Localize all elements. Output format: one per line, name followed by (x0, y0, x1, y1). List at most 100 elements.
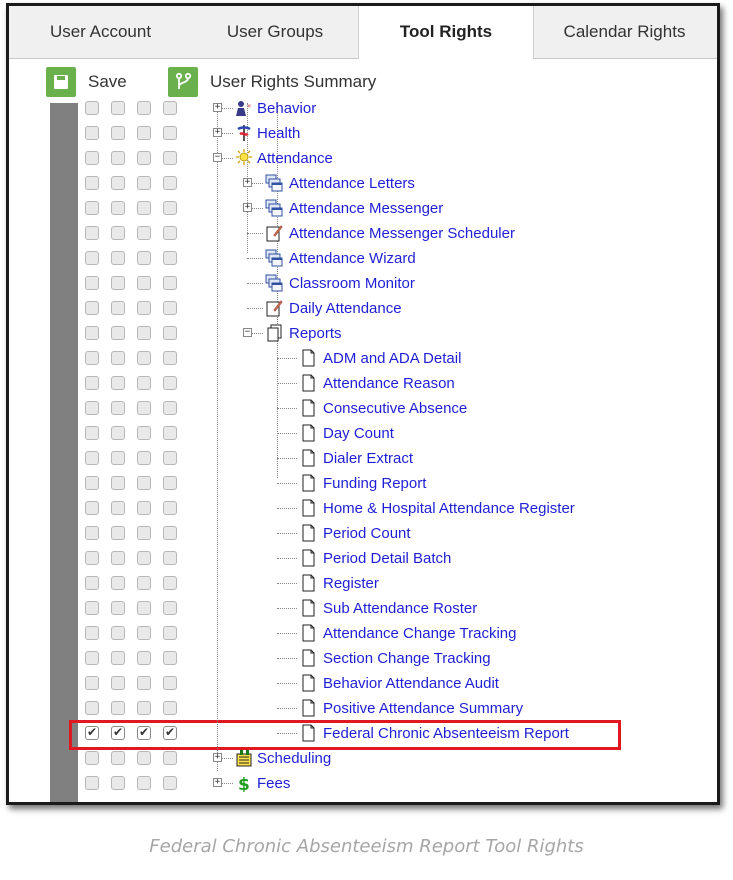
tree-item-label[interactable]: Section Change Tracking (323, 649, 491, 668)
tree-item-label[interactable]: Attendance Wizard (289, 249, 416, 268)
expand-icon[interactable]: + (243, 178, 252, 187)
add-checkbox[interactable] (137, 576, 151, 590)
tree-item-label[interactable]: Positive Attendance Summary (323, 699, 523, 718)
save-button[interactable]: Save (46, 67, 127, 97)
read-checkbox[interactable] (85, 576, 99, 590)
read-checkbox[interactable] (85, 701, 99, 715)
read-checkbox[interactable] (85, 725, 99, 740)
tree-item-label[interactable]: Dialer Extract (323, 449, 413, 468)
tree-item-label[interactable]: Scheduling (257, 749, 331, 768)
read-checkbox[interactable] (85, 151, 99, 165)
delete-checkbox[interactable] (163, 201, 177, 215)
write-checkbox[interactable] (111, 551, 125, 565)
write-checkbox[interactable] (111, 351, 125, 365)
delete-checkbox[interactable] (163, 701, 177, 715)
tree-item-label[interactable]: Fees (257, 774, 290, 793)
add-checkbox[interactable] (137, 476, 151, 490)
read-checkbox[interactable] (85, 751, 99, 765)
read-checkbox[interactable] (85, 551, 99, 565)
expand-icon[interactable]: + (213, 753, 222, 762)
delete-checkbox[interactable] (163, 251, 177, 265)
add-checkbox[interactable] (137, 551, 151, 565)
write-checkbox[interactable] (111, 101, 125, 115)
read-checkbox[interactable] (85, 651, 99, 665)
expand-icon[interactable]: + (213, 128, 222, 137)
write-checkbox[interactable] (111, 725, 125, 740)
read-checkbox[interactable] (85, 476, 99, 490)
write-checkbox[interactable] (111, 526, 125, 540)
tree-item-label[interactable]: Home & Hospital Attendance Register (323, 499, 575, 518)
read-checkbox[interactable] (85, 276, 99, 290)
write-checkbox[interactable] (111, 301, 125, 315)
write-checkbox[interactable] (111, 701, 125, 715)
tab-user-groups[interactable]: User Groups (192, 6, 358, 58)
write-checkbox[interactable] (111, 626, 125, 640)
add-checkbox[interactable] (137, 326, 151, 340)
add-checkbox[interactable] (137, 226, 151, 240)
write-checkbox[interactable] (111, 201, 125, 215)
write-checkbox[interactable] (111, 651, 125, 665)
write-checkbox[interactable] (111, 676, 125, 690)
delete-checkbox[interactable] (163, 101, 177, 115)
write-checkbox[interactable] (111, 151, 125, 165)
tree-item-label[interactable]: Behavior (257, 99, 316, 118)
delete-checkbox[interactable] (163, 476, 177, 490)
read-checkbox[interactable] (85, 776, 99, 790)
tree-item-label[interactable]: Day Count (323, 424, 394, 443)
delete-checkbox[interactable] (163, 151, 177, 165)
write-checkbox[interactable] (111, 126, 125, 140)
delete-checkbox[interactable] (163, 501, 177, 515)
delete-checkbox[interactable] (163, 276, 177, 290)
delete-checkbox[interactable] (163, 676, 177, 690)
read-checkbox[interactable] (85, 501, 99, 515)
read-checkbox[interactable] (85, 251, 99, 265)
add-checkbox[interactable] (137, 351, 151, 365)
add-checkbox[interactable] (137, 451, 151, 465)
add-checkbox[interactable] (137, 151, 151, 165)
write-checkbox[interactable] (111, 751, 125, 765)
add-checkbox[interactable] (137, 626, 151, 640)
add-checkbox[interactable] (137, 676, 151, 690)
add-checkbox[interactable] (137, 101, 151, 115)
delete-checkbox[interactable] (163, 651, 177, 665)
add-checkbox[interactable] (137, 126, 151, 140)
user-rights-summary-button[interactable]: User Rights Summary (168, 67, 376, 97)
write-checkbox[interactable] (111, 426, 125, 440)
add-checkbox[interactable] (137, 601, 151, 615)
add-checkbox[interactable] (137, 651, 151, 665)
tree-item-label[interactable]: Attendance Reason (323, 374, 455, 393)
tree-item-label[interactable]: Attendance Letters (289, 174, 415, 193)
tree-item-label[interactable]: Attendance Messenger Scheduler (289, 224, 515, 243)
add-checkbox[interactable] (137, 276, 151, 290)
write-checkbox[interactable] (111, 251, 125, 265)
write-checkbox[interactable] (111, 776, 125, 790)
delete-checkbox[interactable] (163, 526, 177, 540)
tree-item-label[interactable]: Daily Attendance (289, 299, 402, 318)
delete-checkbox[interactable] (163, 626, 177, 640)
expand-icon[interactable]: + (213, 103, 222, 112)
delete-checkbox[interactable] (163, 176, 177, 190)
add-checkbox[interactable] (137, 501, 151, 515)
write-checkbox[interactable] (111, 376, 125, 390)
tree-item-label[interactable]: Attendance (257, 149, 333, 168)
expand-icon[interactable]: + (243, 203, 252, 212)
delete-checkbox[interactable] (163, 376, 177, 390)
collapse-icon[interactable]: − (243, 328, 252, 337)
delete-checkbox[interactable] (163, 601, 177, 615)
write-checkbox[interactable] (111, 401, 125, 415)
tree-item-label[interactable]: Behavior Attendance Audit (323, 674, 499, 693)
read-checkbox[interactable] (85, 176, 99, 190)
tree-item-label[interactable]: Attendance Change Tracking (323, 624, 516, 643)
read-checkbox[interactable] (85, 426, 99, 440)
delete-checkbox[interactable] (163, 226, 177, 240)
delete-checkbox[interactable] (163, 301, 177, 315)
tree-item-label[interactable]: Period Detail Batch (323, 549, 451, 568)
tab-calendar-rights[interactable]: Calendar Rights (532, 6, 717, 58)
delete-checkbox[interactable] (163, 426, 177, 440)
tree-item-label[interactable]: Attendance Messenger (289, 199, 443, 218)
tree-item-label[interactable]: Health (257, 124, 300, 143)
read-checkbox[interactable] (85, 401, 99, 415)
delete-checkbox[interactable] (163, 326, 177, 340)
write-checkbox[interactable] (111, 476, 125, 490)
add-checkbox[interactable] (137, 376, 151, 390)
